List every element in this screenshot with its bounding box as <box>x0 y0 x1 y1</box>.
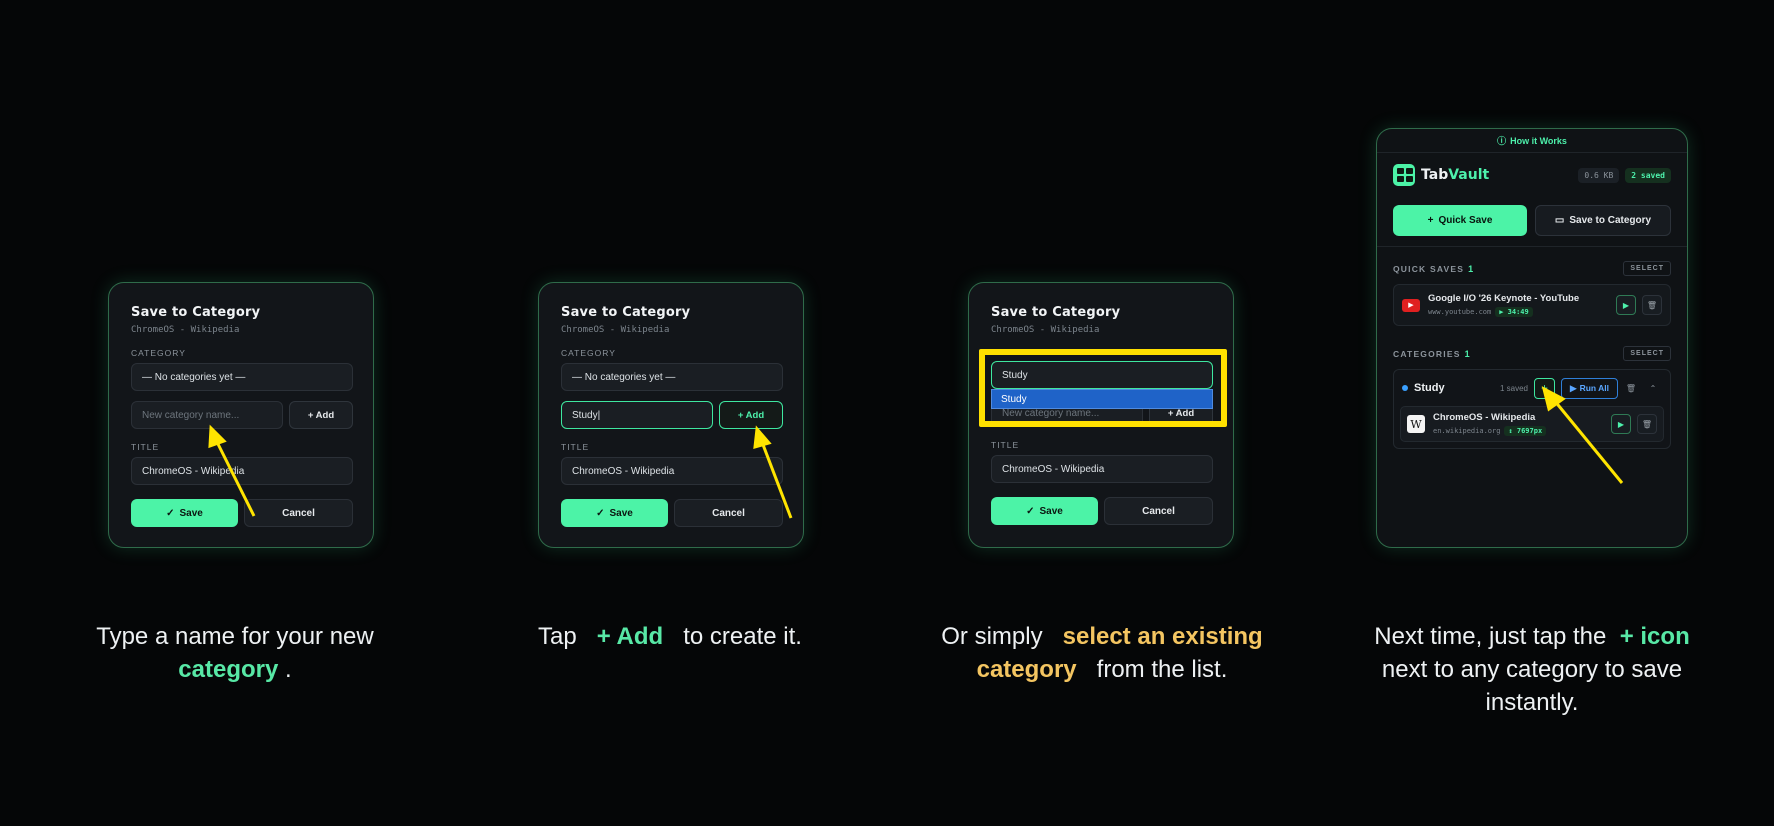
quick-saves-heading: QUICK SAVES <box>1393 263 1465 274</box>
trash-icon[interactable]: 🗑 <box>1622 379 1640 397</box>
select-button[interactable]: SELECT <box>1623 261 1671 276</box>
categories-heading: CATEGORIES <box>1393 348 1461 359</box>
plus-icon: + <box>1427 215 1434 226</box>
add-to-category-plus-icon[interactable]: + <box>1534 377 1556 399</box>
quick-save-button[interactable]: + Quick Save <box>1393 205 1527 236</box>
new-category-input[interactable]: New category name... <box>131 401 283 429</box>
save-button[interactable]: ✓ Save <box>131 499 238 527</box>
folder-icon: ▭ <box>1554 215 1565 226</box>
dialog-title: Save to Category <box>561 305 691 320</box>
storage-badge: 0.6 KB <box>1578 167 1620 183</box>
item-title: ChromeOS - Wikipedia <box>1433 412 1536 423</box>
category-select[interactable]: — No categories yet — <box>131 363 353 391</box>
category-label: CATEGORY <box>131 348 186 358</box>
list-item[interactable]: ▶ Google I/O '26 Keynote - YouTube www.y… <box>1393 284 1671 326</box>
save-to-category-button[interactable]: ▭ Save to Category <box>1535 205 1671 236</box>
title-label: TITLE <box>131 442 160 452</box>
delete-button[interactable]: 🗑 <box>1642 295 1662 315</box>
title-input[interactable]: ChromeOS - Wikipedia <box>131 457 353 485</box>
item-url: en.wikipedia.org <box>1433 427 1501 435</box>
dialog-subtitle: ChromeOS - Wikipedia <box>131 325 240 335</box>
how-it-works-link[interactable]: ⓘ How it Works <box>1377 129 1687 153</box>
check-icon: ✓ <box>596 507 605 519</box>
dialog-title: Save to Category <box>991 305 1121 320</box>
check-icon: ✓ <box>166 507 175 519</box>
wikipedia-icon: W <box>1407 415 1425 433</box>
save-button[interactable]: ✓ Save <box>991 497 1098 525</box>
play-icon: ▶ <box>1570 382 1577 393</box>
highlight-box <box>979 349 1227 427</box>
title-input[interactable]: ChromeOS - Wikipedia <box>561 457 783 485</box>
scroll-badge: ↕ 7697px <box>1504 426 1547 436</box>
run-all-label: Run All <box>1579 383 1609 393</box>
play-button[interactable]: ▶ <box>1616 295 1636 315</box>
item-title: Google I/O '26 Keynote - YouTube <box>1428 293 1580 304</box>
chevron-up-icon[interactable]: ⌃ <box>1644 379 1662 397</box>
caption-step-4: Next time, just tap the + icon next to a… <box>1374 623 1690 716</box>
cancel-button[interactable]: Cancel <box>674 499 783 527</box>
info-icon: ⓘ <box>1497 136 1507 146</box>
save-label: Save <box>1039 505 1063 517</box>
dialog-subtitle: ChromeOS - Wikipedia <box>991 325 1100 335</box>
check-icon: ✓ <box>1026 505 1035 517</box>
quick-save-label: Quick Save <box>1438 215 1493 226</box>
item-url: www.youtube.com <box>1428 308 1492 316</box>
save-label: Save <box>609 507 633 519</box>
dialog-subtitle: ChromeOS - Wikipedia <box>561 325 670 335</box>
category-label: CATEGORY <box>561 348 616 358</box>
tabvault-popup: ⓘ How it Works TabVault 0.6 KB 2 saved + Q… <box>1376 128 1688 548</box>
run-all-button[interactable]: ▶ Run All <box>1561 377 1618 399</box>
title-label: TITLE <box>561 442 590 452</box>
save-dialog-step-3: Save to Category ChromeOS - Wikipedia St… <box>968 282 1234 548</box>
brand-name: TabVault <box>1421 167 1490 183</box>
list-item[interactable]: W ChromeOS - Wikipedia en.wikipedia.org ↕… <box>1400 406 1664 442</box>
title-label: TITLE <box>991 440 1020 450</box>
category-count: 1 saved <box>1499 383 1529 393</box>
play-button[interactable]: ▶ <box>1611 414 1631 434</box>
add-category-button[interactable]: + Add <box>719 401 783 429</box>
category-name[interactable]: Study <box>1414 382 1445 394</box>
categories-count: 1 <box>1464 348 1470 359</box>
saved-count-badge: 2 saved <box>1625 167 1671 183</box>
save-label: Save <box>179 507 203 519</box>
save-to-category-label: Save to Category <box>1569 215 1652 226</box>
quick-saves-count: 1 <box>1468 263 1474 274</box>
dialog-title: Save to Category <box>131 305 261 320</box>
caption-step-1: Type a name for your new category . <box>96 623 374 683</box>
category-color-dot <box>1402 385 1408 391</box>
save-dialog-step-1: Save to Category ChromeOS - Wikipedia CA… <box>108 282 374 548</box>
save-button[interactable]: ✓ Save <box>561 499 668 527</box>
select-button[interactable]: SELECT <box>1623 346 1671 361</box>
timestamp-badge: ▶ 34:49 <box>1495 307 1533 317</box>
cancel-button[interactable]: Cancel <box>244 499 353 527</box>
tabvault-logo-icon <box>1393 164 1415 186</box>
category-select[interactable]: — No categories yet — <box>561 363 783 391</box>
caption-step-2: Tap + Add to create it. <box>538 623 802 650</box>
caption-step-3: Or simply select an existing category fr… <box>941 623 1263 683</box>
title-input[interactable]: ChromeOS - Wikipedia <box>991 455 1213 483</box>
category-group: Study 1 saved + ▶ Run All 🗑 ⌃ W ChromeOS … <box>1393 369 1671 449</box>
how-it-works-label: How it Works <box>1510 135 1567 146</box>
add-category-button[interactable]: + Add <box>289 401 353 429</box>
delete-button[interactable]: 🗑 <box>1637 414 1657 434</box>
youtube-icon: ▶ <box>1402 298 1420 312</box>
save-dialog-step-2: Save to Category ChromeOS - Wikipedia CA… <box>538 282 804 548</box>
header: TabVault 0.6 KB 2 saved <box>1377 153 1687 197</box>
new-category-input[interactable]: Study| <box>561 401 713 429</box>
cancel-button[interactable]: Cancel <box>1104 497 1213 525</box>
